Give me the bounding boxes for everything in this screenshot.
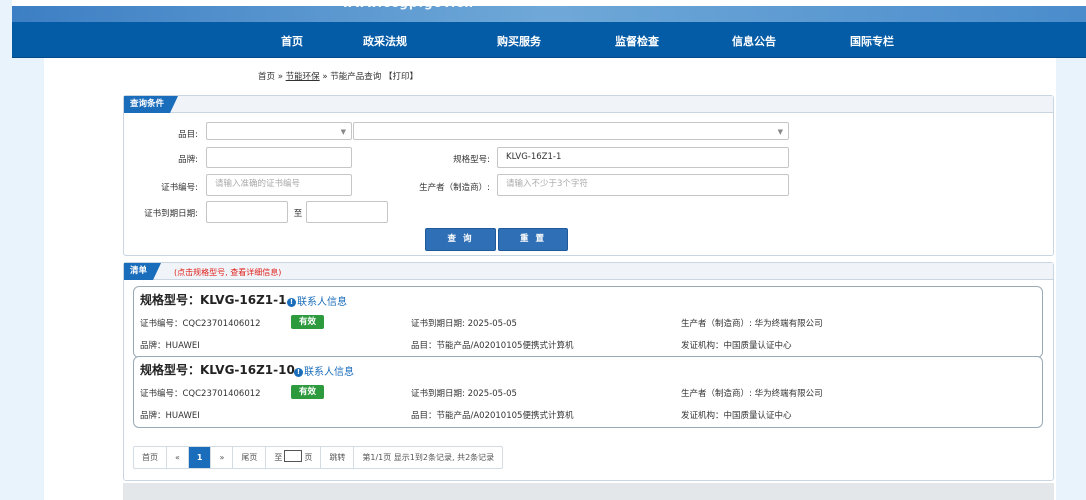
breadcrumb-page: 节能产品查询 xyxy=(330,72,382,82)
item-brand: 品牌：HUAWEI xyxy=(140,341,200,351)
nav-announcements[interactable]: 信息公告 xyxy=(732,33,776,49)
goto-prefix: 至 xyxy=(274,453,283,462)
main-nav: 首页 政采法规 购买服务 监督检查 信息公告 国际专栏 xyxy=(12,22,1086,58)
query-panel-header: 查询条件 xyxy=(124,96,1053,113)
contact-info-label: 联系人信息 xyxy=(304,367,354,378)
brand-label: 品牌: xyxy=(178,155,198,165)
category-label: 品目: xyxy=(178,130,198,140)
list-panel-header: 清单 (点击规格型号, 查看详细信息) xyxy=(124,263,1053,280)
pager-next[interactable]: » xyxy=(211,447,234,468)
pager-first[interactable]: 首页 xyxy=(134,447,167,468)
item-issuer: 发证机构：中国质量认证中心 xyxy=(681,411,792,421)
nav-supervision[interactable]: 监督检查 xyxy=(615,33,659,49)
item-cert: 证书编号：CQC23701406012 xyxy=(140,319,261,329)
nav-international[interactable]: 国际专栏 xyxy=(850,33,894,49)
contact-info-link[interactable]: ! 联系人信息 xyxy=(294,363,354,378)
nav-home[interactable]: 首页 xyxy=(281,33,303,49)
list-item: 规格型号：KLVG-16Z1-1 ! 联系人信息 证书编号：CQC23701406… xyxy=(133,286,1043,358)
nav-regulations[interactable]: 政采法规 xyxy=(363,33,407,49)
reset-button[interactable]: 重 置 xyxy=(498,228,568,251)
list-note: (点击规格型号, 查看详细信息) xyxy=(174,268,282,277)
expiry-to-label: 至 xyxy=(293,209,303,219)
list-panel-title: 清单 xyxy=(124,263,161,280)
item-model-link[interactable]: 规格型号：KLVG-16Z1-1 xyxy=(140,291,287,308)
chevron-down-icon: ▼ xyxy=(777,128,783,136)
chevron-down-icon: ▼ xyxy=(340,128,346,136)
pager-current[interactable]: 1 xyxy=(188,447,212,468)
expiry-label: 证书到期日期: xyxy=(144,209,198,219)
item-expiry: 证书到期日期: 2025-05-05 xyxy=(411,389,517,399)
breadcrumb-home[interactable]: 首页 xyxy=(258,72,275,82)
category-select-2[interactable]: ▼ xyxy=(353,122,789,140)
info-icon: ! xyxy=(287,298,296,307)
status-badge: 有效 xyxy=(291,385,325,399)
expiry-from-input[interactable] xyxy=(206,201,288,223)
status-badge: 有效 xyxy=(291,315,325,329)
list-item: 规格型号：KLVG-16Z1-10 ! 联系人信息 证书编号：CQC2370140… xyxy=(133,356,1043,428)
contact-info-label: 联系人信息 xyxy=(297,297,347,308)
print-link[interactable]: 【打印】 xyxy=(384,72,418,82)
item-category: 品目：节能产品/A02010105便携式计算机 xyxy=(411,341,574,351)
pager-goto: 至页 xyxy=(266,447,322,468)
contact-info-link[interactable]: ! 联系人信息 xyxy=(287,293,347,308)
search-button[interactable]: 查 询 xyxy=(425,228,496,251)
pagination: 首页 « 1 » 尾页 至页 跳转 第1/1页 显示1到2条记录, 共2条记录 xyxy=(133,446,504,469)
item-maker: 生产者（制造商）: 华为终端有限公司 xyxy=(681,319,823,329)
breadcrumb-section[interactable]: 节能环保 xyxy=(286,72,320,82)
cert-input[interactable]: 请输入准确的证书编号 xyxy=(206,174,352,196)
goto-suffix: 页 xyxy=(304,453,313,462)
maker-input[interactable]: 请输入不少于3个字符 xyxy=(497,174,789,196)
item-issuer: 发证机构：中国质量认证中心 xyxy=(681,341,792,351)
nav-purchase-service[interactable]: 购买服务 xyxy=(497,33,541,49)
cert-label: 证书编号: xyxy=(161,183,198,193)
item-expiry: 证书到期日期: 2025-05-05 xyxy=(411,319,517,329)
item-maker: 生产者（制造商）: 华为终端有限公司 xyxy=(681,389,823,399)
breadcrumb: 首页 » 节能环保 » 节能产品查询 【打印】 xyxy=(258,70,418,82)
footer-strip xyxy=(123,483,1054,500)
pager-info: 第1/1页 显示1到2条记录, 共2条记录 xyxy=(362,453,495,462)
pager-last[interactable]: 尾页 xyxy=(233,447,267,468)
query-panel-title: 查询条件 xyxy=(124,96,178,113)
info-icon: ! xyxy=(294,368,303,377)
model-label: 规格型号: xyxy=(453,155,490,165)
expiry-to-input[interactable] xyxy=(306,201,388,223)
breadcrumb-sep: » xyxy=(322,72,328,82)
brand-input[interactable] xyxy=(206,147,352,168)
item-brand: 品牌：HUAWEI xyxy=(140,411,200,421)
breadcrumb-sep: » xyxy=(277,72,283,82)
category-select-1[interactable]: ▼ xyxy=(206,122,352,140)
maker-label: 生产者（制造商）: xyxy=(419,183,490,193)
goto-page-input[interactable] xyxy=(284,450,303,462)
item-category: 品目：节能产品/A02010105便携式计算机 xyxy=(411,411,574,421)
item-model-link[interactable]: 规格型号：KLVG-16Z1-10 xyxy=(140,361,295,378)
pager-prev[interactable]: « xyxy=(167,447,189,468)
pager-jump[interactable]: 跳转 xyxy=(321,447,355,468)
banner-top-edge xyxy=(12,0,1086,6)
item-cert: 证书编号：CQC23701406012 xyxy=(140,389,261,399)
model-input[interactable]: KLVG-16Z1-1 xyxy=(497,147,789,168)
